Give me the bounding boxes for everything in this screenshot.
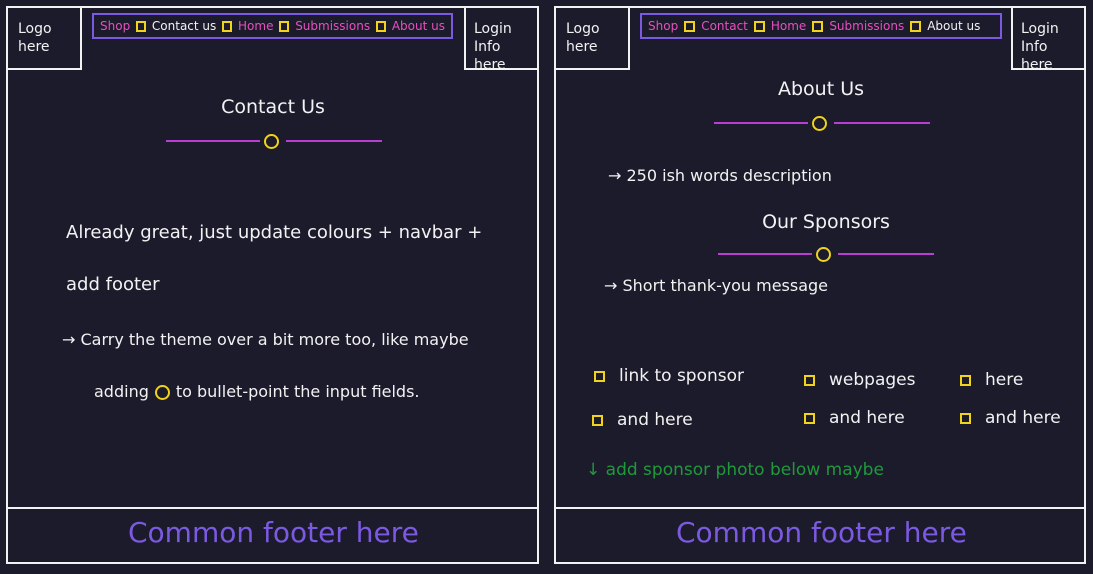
sponsor-link-label: and here [617, 410, 693, 430]
circle-icon [154, 385, 170, 400]
sponsor-link[interactable]: and here [592, 410, 693, 430]
bullet-square-icon [222, 20, 233, 32]
logo-placeholder[interactable]: Logo here [6, 6, 82, 70]
bullet-square-icon [594, 370, 605, 382]
bullet-square-icon [960, 412, 971, 424]
sponsor-link[interactable]: here [960, 370, 1023, 390]
note-line: Already great, just update colours + nav… [66, 222, 483, 243]
note-line: add footer [66, 274, 160, 295]
bullet-square-icon [136, 20, 146, 32]
sponsors-title: Our Sponsors [762, 211, 890, 233]
sponsor-link-label: and here [985, 408, 1061, 428]
note-line: → Short thank-you message [604, 276, 829, 295]
sponsor-link[interactable]: link to sponsor [594, 366, 744, 386]
bullet-square-icon [684, 20, 696, 32]
nav-item-contact[interactable]: Contact us [152, 19, 216, 33]
bullet-square-icon [804, 412, 815, 424]
nav-item-about[interactable]: About us [927, 19, 980, 33]
title-divider [714, 116, 930, 131]
nav-item-shop[interactable]: Shop [100, 19, 130, 33]
bullet-square-icon [376, 20, 386, 32]
nav-item-submissions[interactable]: Submissions [295, 19, 370, 33]
bullet-square-icon [592, 414, 603, 426]
navbar: Shop Contact us Home Submissions About u… [92, 13, 453, 39]
contact-page-wireframe: Logo here Shop Contact us Home Submissio… [6, 6, 539, 564]
login-info-placeholder[interactable]: Login Info here [464, 6, 539, 73]
nav-item-home[interactable]: Home [238, 19, 273, 33]
logo-placeholder[interactable]: Logo here [554, 6, 630, 70]
footer-placeholder: Common footer here [676, 516, 967, 549]
footer-divider [556, 507, 1084, 509]
circle-icon [264, 134, 279, 149]
nav-item-submissions[interactable]: Submissions [829, 19, 904, 33]
bullet-square-icon [812, 20, 824, 32]
nav-item-home[interactable]: Home [771, 19, 806, 33]
note-line: → 250 ish words description [608, 166, 832, 185]
bullet-square-icon [960, 374, 971, 386]
sponsor-link[interactable]: webpages [804, 370, 915, 390]
bullet-square-icon [279, 20, 290, 32]
navbar: Shop Contact Home Submissions About us [640, 13, 1002, 39]
sponsor-link[interactable]: and here [960, 408, 1061, 428]
login-info-placeholder[interactable]: Login Info here [1011, 6, 1086, 73]
sponsors-divider [718, 247, 934, 262]
note-line: → Carry the theme over a bit more too, l… [62, 330, 469, 349]
nav-item-shop[interactable]: Shop [648, 19, 678, 33]
note-fragment: to bullet-point the input fields. [175, 382, 420, 401]
nav-item-contact[interactable]: Contact [701, 19, 748, 33]
green-annotation: ↓ add sponsor photo below maybe [586, 460, 884, 480]
sponsor-link-label: here [985, 370, 1024, 390]
note-line: adding to bullet-point the input fields. [94, 382, 420, 401]
footer-placeholder: Common footer here [128, 516, 419, 549]
page-title: Contact Us [221, 96, 325, 118]
page-title: About Us [777, 78, 865, 100]
title-divider [166, 134, 382, 149]
footer-divider [8, 507, 537, 509]
sponsor-link-label: and here [829, 408, 905, 428]
sponsor-link[interactable]: and here [804, 408, 905, 428]
bullet-square-icon [753, 20, 765, 32]
sponsor-link-label: link to sponsor [619, 366, 745, 386]
circle-icon [812, 116, 827, 131]
sponsor-link-label: webpages [829, 370, 916, 390]
note-fragment: adding [94, 382, 149, 401]
bullet-square-icon [910, 20, 922, 32]
about-page-wireframe: Logo here Shop Contact Home Submissions … [554, 6, 1086, 564]
bullet-square-icon [804, 374, 815, 386]
circle-icon [816, 247, 831, 262]
nav-item-about[interactable]: About us [392, 19, 445, 33]
